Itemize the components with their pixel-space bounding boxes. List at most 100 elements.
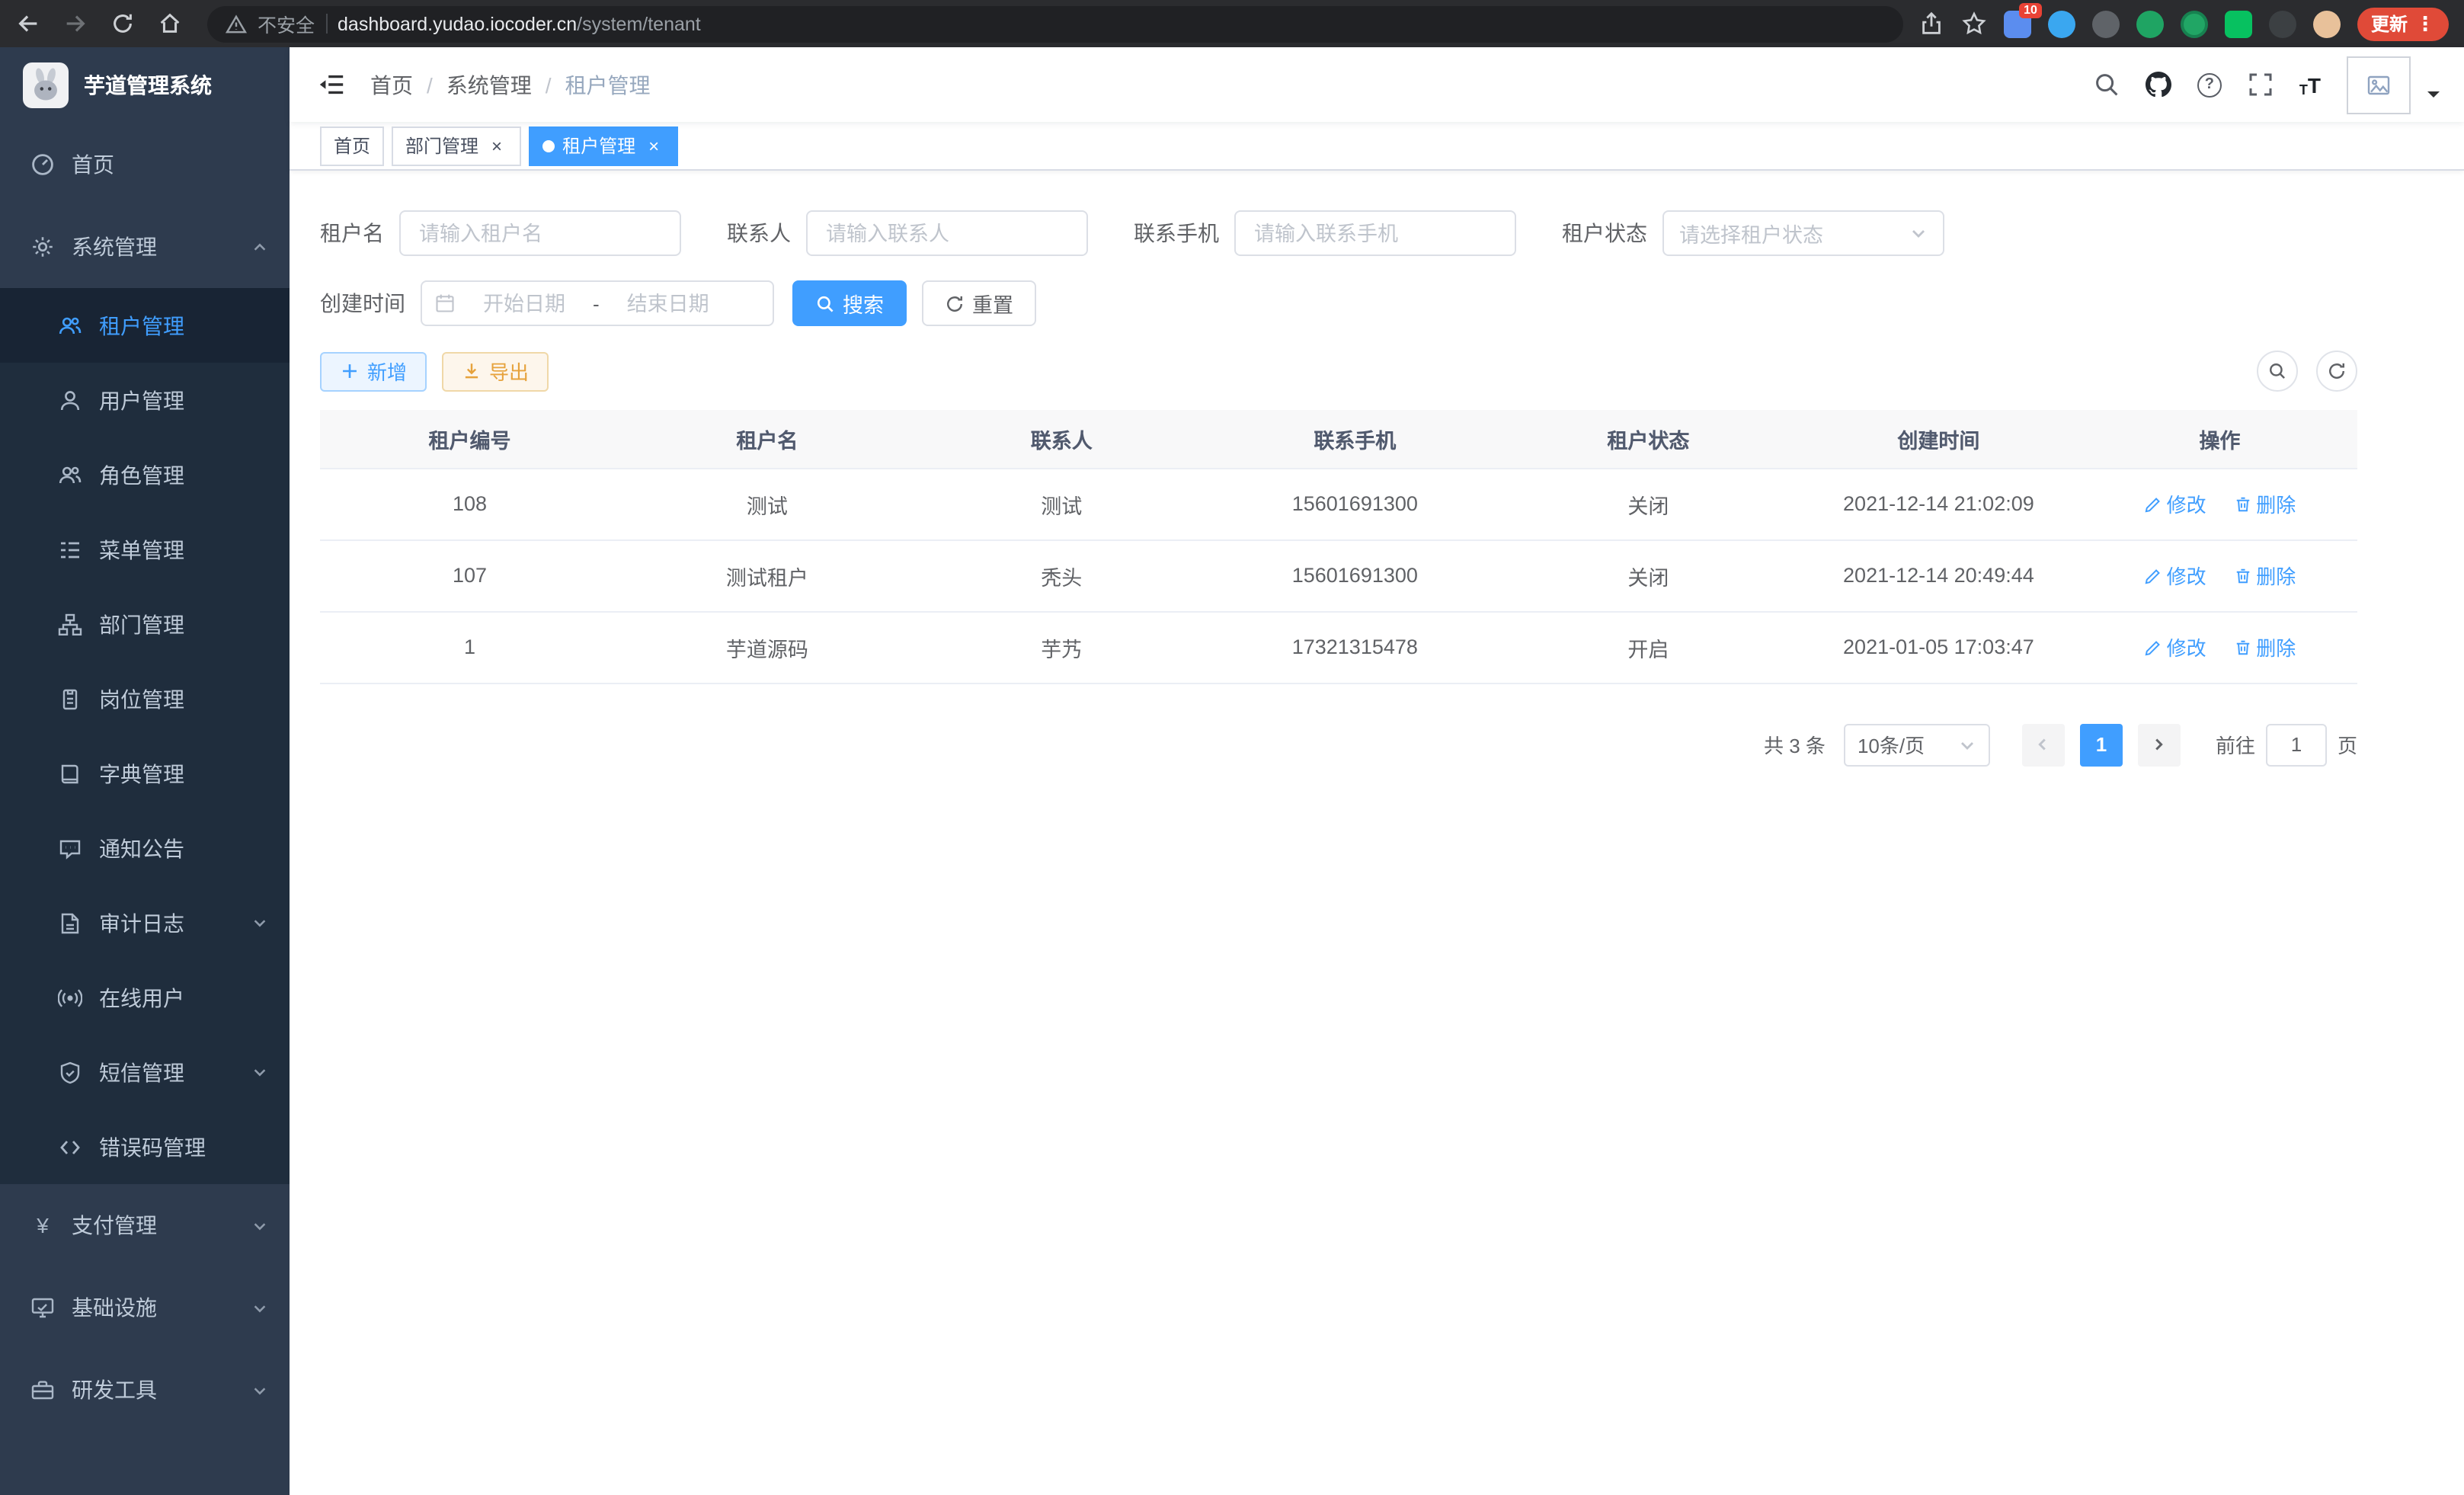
url-text[interactable]: dashboard.yudao.iocoder.cn/system/tenant [338,13,701,34]
github-icon[interactable] [2146,72,2171,98]
close-icon[interactable]: × [486,135,507,156]
sidebar-group-system[interactable]: 系统管理 [0,206,290,288]
goto-label: 前往 [2216,730,2255,759]
url-path: /system/tenant [577,13,701,34]
update-label: 更新 [2371,11,2408,37]
chevron-down-icon [1958,735,1976,754]
avatar[interactable] [2347,56,2411,114]
delete-link[interactable]: 删除 [2233,561,2296,590]
sidebar-item-post[interactable]: 岗位管理 [0,661,290,736]
extension-icon-6[interactable] [2225,10,2252,37]
avatar-dropdown-caret[interactable] [2427,91,2440,103]
goto-page-input[interactable] [2266,723,2327,766]
forward-icon[interactable] [62,11,88,37]
sidebar-item-notice[interactable]: 通知公告 [0,811,290,885]
tab-home[interactable]: 首页 [320,126,384,165]
collapse-sidebar-icon[interactable] [317,70,346,99]
badge-icon [58,687,82,711]
cell-contact: 芋艿 [915,611,1208,683]
share-icon[interactable] [1918,11,1944,37]
edit-label: 修改 [2167,489,2206,518]
reset-button-label: 重置 [972,288,1013,319]
security-label[interactable]: 不安全 [258,9,315,38]
col-status: 租户状态 [1502,410,1795,468]
sidebar-item-tenant[interactable]: 租户管理 [0,288,290,363]
sidebar-item-dept[interactable]: 部门管理 [0,587,290,661]
breadcrumb-item[interactable]: 首页 [370,69,413,100]
extension-icon-3[interactable] [2092,10,2120,37]
sidebar-group-pay[interactable]: ¥ 支付管理 [0,1184,290,1266]
close-icon[interactable]: × [643,135,664,156]
browser-menu-icon[interactable]: ⋮ [2415,14,2435,34]
sidebar-item-user[interactable]: 用户管理 [0,363,290,437]
browser-update-button[interactable]: 更新 ⋮ [2357,7,2449,40]
font-size-icon[interactable]: TT [2299,72,2321,97]
fullscreen-icon[interactable] [2248,72,2274,98]
phone-input[interactable] [1251,220,1499,246]
cell-tenant-id: 1 [320,611,619,683]
browser-chrome: 不安全 dashboard.yudao.iocoder.cn/system/te… [0,0,2464,47]
user-icon [58,388,82,412]
tab-dept[interactable]: 部门管理 × [392,126,521,165]
bookmark-star-icon[interactable] [1961,11,1987,37]
toggle-search-icon[interactable] [2257,351,2298,392]
delete-label: 删除 [2256,632,2296,661]
delete-link[interactable]: 删除 [2233,632,2296,661]
edit-link[interactable]: 修改 [2144,561,2206,590]
contact-input[interactable] [823,220,1071,246]
search-button[interactable]: 搜索 [792,280,907,326]
sidebar-item-dict[interactable]: 字典管理 [0,736,290,811]
extension-icon-5[interactable] [2181,10,2208,37]
org-tree-icon [58,612,82,636]
cell-phone: 15601691300 [1208,539,1502,611]
prev-page-button[interactable] [2022,723,2065,766]
sidebar-group-infra[interactable]: 基础设施 [0,1266,290,1349]
sidebar-group-sms[interactable]: 短信管理 [0,1035,290,1109]
page-size-select[interactable]: 10条/页 [1844,723,1990,766]
sidebar-item-role[interactable]: 角色管理 [0,437,290,512]
sidebar-item-home[interactable]: 首页 [0,123,290,206]
extension-icon-8[interactable] [2313,10,2341,37]
refresh-icon[interactable] [2316,351,2357,392]
page-number-button[interactable]: 1 [2080,723,2123,766]
extension-icon-2[interactable] [2048,10,2075,37]
app-header: 首页 / 系统管理 / 租户管理 ? TT [290,47,2464,122]
screenshot-root: 不安全 dashboard.yudao.iocoder.cn/system/te… [0,0,2464,1495]
next-page-button[interactable] [2138,723,2181,766]
url-host: dashboard.yudao.iocoder.cn [338,13,577,34]
signal-icon [58,985,82,1010]
pagination: 共 3 条 10条/页 1 前往 页 [320,723,2357,766]
edit-link[interactable]: 修改 [2144,632,2206,661]
date-range-separator: - [593,292,600,315]
sidebar-item-online-users[interactable]: 在线用户 [0,960,290,1035]
reset-button[interactable]: 重置 [922,280,1036,326]
export-button[interactable]: 导出 [442,351,549,391]
home-icon[interactable] [157,11,183,37]
breadcrumb-item[interactable]: 系统管理 [446,69,532,100]
end-date-input[interactable] [606,290,731,316]
sidebar-group-label: 短信管理 [99,1057,184,1087]
extension-icon-4[interactable] [2136,10,2164,37]
reload-icon[interactable] [110,11,136,37]
start-date-input[interactable] [462,290,587,316]
extension-icon-1[interactable]: 10 [2004,10,2031,37]
tenant-name-input[interactable] [416,220,664,246]
edit-link[interactable]: 修改 [2144,489,2206,518]
extension-icon-7[interactable] [2269,10,2296,37]
sidebar-group-devtools[interactable]: 研发工具 [0,1349,290,1431]
status-select[interactable]: 请选择租户状态 [1662,210,1944,256]
app-logo[interactable]: 芋道管理系统 [0,47,290,123]
help-icon[interactable]: ? [2197,72,2222,97]
tab-label: 部门管理 [405,133,478,158]
back-icon[interactable] [15,11,41,37]
header-search-icon[interactable] [2094,72,2120,98]
address-bar[interactable]: 不安全 dashboard.yudao.iocoder.cn/system/te… [207,5,1903,42]
sidebar-item-menu[interactable]: 菜单管理 [0,512,290,587]
delete-link[interactable]: 删除 [2233,489,2296,518]
chevron-down-icon [251,1299,268,1316]
sidebar-group-audit-log[interactable]: 审计日志 [0,885,290,960]
sidebar-item-error-code[interactable]: 错误码管理 [0,1109,290,1184]
add-button[interactable]: 新增 [320,351,427,391]
create-time-range[interactable]: - [421,280,774,326]
tab-tenant[interactable]: 租户管理 × [529,126,678,165]
